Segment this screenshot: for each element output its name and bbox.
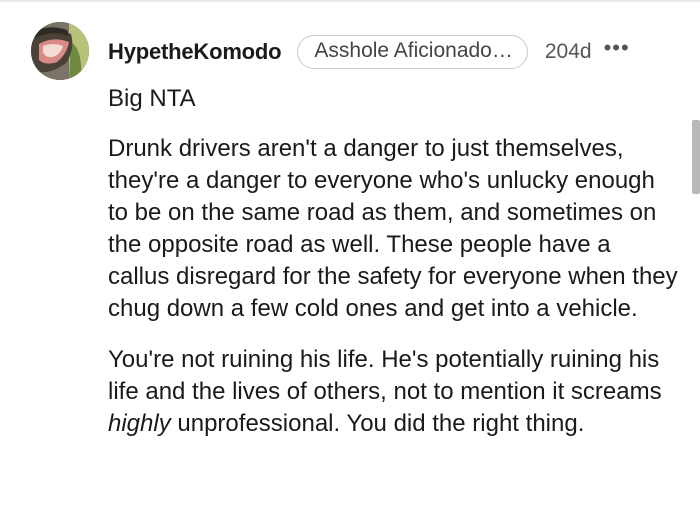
ellipsis-icon[interactable]: ••• [604, 37, 630, 59]
scrollbar[interactable] [692, 120, 700, 194]
comment-age: 204d [544, 40, 592, 63]
username[interactable]: HypetheKomodo [108, 39, 282, 65]
comment-paragraph: You're not ruining his life. He's potent… [108, 344, 678, 440]
komodo-avatar-icon [31, 22, 89, 80]
comment-body: Big NTA Drunk drivers aren't a danger to… [108, 83, 678, 440]
comment-paragraph: Big NTA [108, 85, 196, 112]
comment-paragraph: Drunk drivers aren't a danger to just th… [108, 135, 678, 322]
paragraph-text: You're not ruining his life. He's potent… [108, 346, 662, 405]
paragraph-text: unprofessional. You did the right thing. [170, 410, 585, 437]
comment-header: HypetheKomodo Asshole Aficionado… 204d •… [108, 33, 630, 71]
emphasis-text: highly [108, 410, 171, 437]
comment: HypetheKomodo Asshole Aficionado… 204d •… [0, 0, 700, 525]
avatar[interactable] [31, 22, 89, 80]
user-flair: Asshole Aficionado… [297, 35, 528, 69]
